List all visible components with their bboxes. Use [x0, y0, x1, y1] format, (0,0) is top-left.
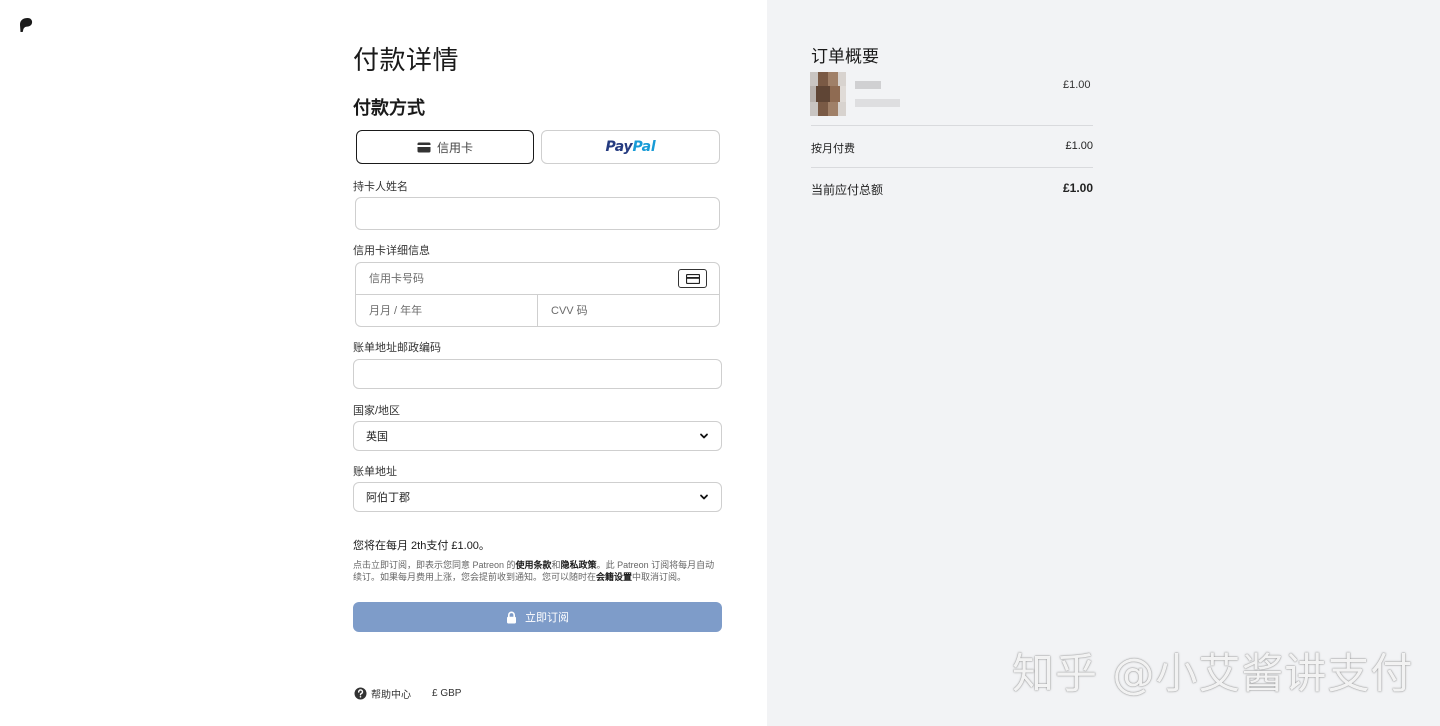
expiry-input[interactable] — [356, 295, 537, 327]
membership-settings-link[interactable]: 会籍设置 — [596, 572, 632, 582]
chevron-down-icon — [700, 494, 708, 500]
help-center-label: 帮助中心 — [371, 690, 411, 701]
billing-address-select[interactable]: 阿伯丁郡 — [353, 482, 722, 512]
postcode-label: 账单地址邮政编码 — [353, 342, 441, 354]
terms-link[interactable]: 使用条款 — [516, 560, 552, 570]
card-number-input[interactable] — [356, 263, 719, 294]
page-title: 付款详情 — [353, 45, 460, 75]
country-select[interactable]: 英国 — [353, 421, 722, 451]
blurred-creator-name — [855, 81, 881, 89]
cvv-cell — [538, 295, 719, 327]
lock-icon — [507, 611, 516, 623]
total-label: 当前应付总额 — [811, 183, 884, 197]
expiry-cell — [356, 295, 538, 327]
paypal-method-button[interactable]: PayPal — [541, 130, 720, 164]
cardholder-name-input[interactable] — [356, 198, 719, 229]
divider — [811, 167, 1093, 168]
cardholder-name-field[interactable] — [355, 197, 720, 230]
privacy-link[interactable]: 隐私政策 — [561, 560, 597, 570]
credit-card-method-button[interactable]: 信用卡 — [356, 130, 534, 164]
paypal-logo: PayPal — [605, 139, 656, 155]
chevron-down-icon — [700, 433, 708, 439]
help-icon — [354, 687, 367, 700]
payment-panel: 付款详情 付款方式 信用卡 PayPal 持卡人姓名 信用卡详细信息 信用卡号码… — [0, 0, 767, 726]
order-summary-title: 订单概要 — [811, 47, 879, 66]
card-brand-icon — [678, 269, 707, 288]
footer: 帮助中心 £ GBP — [354, 686, 461, 701]
postcode-field[interactable] — [353, 359, 722, 389]
monthly-label: 按月付费 — [811, 143, 855, 155]
blurred-tier-name — [855, 99, 900, 107]
postcode-input[interactable] — [354, 360, 721, 388]
help-center-link[interactable]: 帮助中心 — [354, 686, 411, 701]
credit-card-icon — [417, 142, 431, 152]
divider — [811, 125, 1093, 126]
cardholder-name-label: 持卡人姓名 — [353, 181, 408, 193]
total-value: £1.00 — [1062, 181, 1093, 195]
card-number-row — [356, 263, 719, 295]
country-value: 英国 — [366, 431, 388, 443]
billing-address-value: 阿伯丁郡 — [366, 492, 410, 504]
patreon-logo[interactable] — [19, 17, 33, 33]
currency-selector[interactable]: £ GBP — [432, 688, 461, 699]
item-price: £1.00 — [1063, 79, 1091, 91]
monthly-value: £1.00 — [1065, 140, 1093, 152]
creator-avatar — [810, 72, 846, 116]
payment-method-title: 付款方式 — [353, 98, 425, 118]
card-details-group — [355, 262, 720, 327]
subscribe-button[interactable]: 立即订阅 — [353, 602, 722, 632]
cvv-input[interactable] — [538, 295, 719, 327]
billing-address-label: 账单地址 — [353, 466, 397, 478]
card-details-label: 信用卡详细信息 — [353, 245, 430, 257]
credit-card-method-label: 信用卡 — [436, 140, 473, 155]
watermark: 知乎 @小艾酱讲支付 — [1012, 649, 1414, 698]
billing-schedule-note: 您将在每月 2th支付 £1.00。 — [353, 540, 490, 552]
subscribe-label: 立即订阅 — [525, 612, 569, 624]
country-label: 国家/地区 — [353, 405, 401, 417]
order-summary-panel: 订单概要 £1.00 按月付费 £1.00 当前应付总额 £1.00 — [767, 0, 1440, 726]
legal-text: 点击立即订阅，即表示您同意 Patreon 的使用条款和隐私政策。此 Patre… — [353, 560, 715, 582]
